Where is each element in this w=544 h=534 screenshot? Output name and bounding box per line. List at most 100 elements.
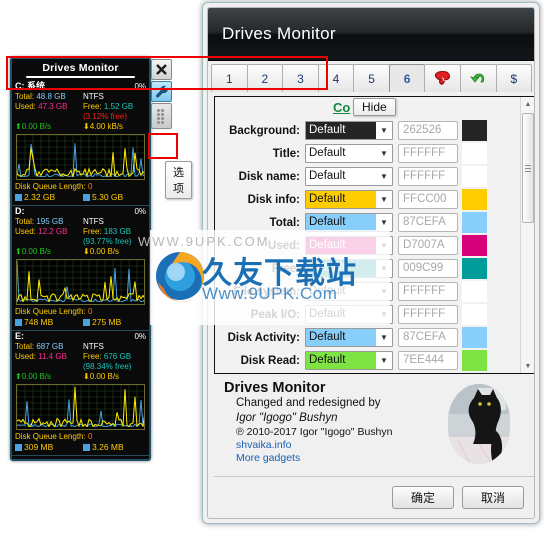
color-preset-select[interactable]: Default ▼	[305, 144, 393, 163]
color-preset-select[interactable]: Default ▼	[305, 121, 393, 140]
color-swatch[interactable]	[462, 304, 487, 325]
free-percent: (3.12% free)	[83, 112, 128, 121]
wrench-icon	[155, 85, 168, 97]
options-tooltip: 选项	[165, 161, 192, 199]
color-preset-select[interactable]: Default ▼	[305, 305, 393, 324]
drag-handle-icon	[157, 109, 166, 124]
hide-tooltip[interactable]: Hide	[353, 98, 396, 116]
color-hex-input[interactable]: D7007A	[398, 236, 458, 255]
disk-activity-graph	[16, 384, 145, 430]
color-hex-input[interactable]: 009C99	[398, 259, 458, 278]
color-swatch[interactable]	[462, 212, 487, 233]
color-hex-input[interactable]: FFCC00	[398, 190, 458, 209]
chevron-down-icon[interactable]: ▼	[376, 306, 392, 323]
chevron-down-icon[interactable]: ▼	[376, 168, 392, 185]
download-speed: ⬇0.00 B/s	[83, 372, 120, 381]
color-hex-input[interactable]: FFFFFF	[398, 144, 458, 163]
chevron-down-icon[interactable]: ▼	[376, 260, 392, 277]
chevron-down-icon[interactable]: ▼	[376, 329, 392, 346]
color-row-label: File system:	[233, 285, 300, 298]
tongue-icon	[434, 70, 451, 87]
color-swatch[interactable]	[462, 258, 487, 279]
drive-total-row: Total: 48.8 GB NTFS	[15, 92, 146, 102]
color-swatch[interactable]	[462, 327, 487, 348]
color-row: Used: Default ▼ D7007A	[215, 234, 534, 257]
color-preset-select[interactable]: Default ▼	[305, 328, 393, 347]
color-hex-input[interactable]: 87CEFA	[398, 328, 458, 347]
color-row-label: Disk Read:	[240, 354, 300, 367]
color-swatch[interactable]	[462, 235, 487, 256]
filesystem-value: NTFS	[83, 342, 104, 351]
color-preset-select[interactable]: Default ▼	[305, 190, 393, 209]
drive-block[interactable]: C: 系统 0% Total: 48.8 GB NTFS Used: 47.3 …	[12, 81, 149, 206]
chevron-down-icon[interactable]: ▼	[376, 145, 392, 162]
chevron-down-icon[interactable]: ▼	[376, 237, 392, 254]
used-value: 47.3 GB	[38, 102, 68, 111]
color-row-label: Peak I/O:	[250, 308, 300, 321]
tab-label: 4	[332, 71, 340, 86]
color-swatch[interactable]	[462, 143, 487, 164]
drive-name: C: 系统	[15, 81, 46, 91]
gadget-copyright-link[interactable]: © 2017 by Igogo	[16, 457, 79, 459]
tab-$[interactable]: $	[495, 64, 533, 92]
arrow-up-icon: ⬆	[15, 122, 22, 131]
scroll-up-arrow[interactable]: ▲	[521, 97, 534, 111]
scroll-down-arrow[interactable]: ▼	[521, 359, 534, 373]
chevron-down-icon[interactable]: ▼	[376, 283, 392, 300]
gadget-version: v14.3	[125, 458, 145, 460]
cancel-button[interactable]: 取消	[462, 486, 524, 509]
color-hex-input[interactable]: FFFFFF	[398, 282, 458, 301]
colors-link[interactable]: Co	[333, 100, 350, 115]
drive-used-row: Used: 12.2 GB Free: 183 GB	[15, 227, 146, 237]
color-hex-input[interactable]: 7EE444	[398, 351, 458, 370]
ok-button[interactable]: 确定	[392, 486, 454, 509]
color-hex-input[interactable]: FFFFFF	[398, 305, 458, 324]
tab-1[interactable]: 1	[211, 64, 248, 92]
color-swatch[interactable]	[462, 350, 487, 371]
chevron-down-icon[interactable]: ▼	[376, 352, 392, 369]
dialog-divider	[214, 476, 534, 477]
color-preset-select[interactable]: Default ▼	[305, 213, 393, 232]
color-preset-value: Default	[306, 122, 376, 139]
close-button[interactable]	[151, 59, 172, 80]
color-swatch[interactable]	[462, 281, 487, 302]
drag-handle[interactable]	[151, 103, 172, 129]
color-preset-value: Default	[306, 352, 376, 369]
tab-tongue-icon[interactable]	[424, 64, 461, 92]
panel-scrollbar[interactable]: ▲ ▼	[520, 97, 534, 373]
tab-6[interactable]: 6	[388, 64, 426, 92]
chevron-down-icon[interactable]: ▼	[376, 191, 392, 208]
color-swatch[interactable]	[462, 166, 487, 187]
color-hex-input[interactable]: FFFFFF	[398, 167, 458, 186]
dialog-titlebar: Drives Monitor	[208, 8, 534, 61]
tab-2[interactable]: 2	[246, 64, 284, 92]
tab-4[interactable]: 4	[317, 64, 355, 92]
drive-total-row: Total: 687 GB NTFS	[15, 342, 146, 352]
drive-io-row: ⬆0.00 B/s ⬇4.00 kB/s	[15, 122, 146, 132]
used-label: Used:	[15, 102, 36, 111]
color-preset-select[interactable]: Default ▼	[305, 282, 393, 301]
color-row-label: Used:	[268, 239, 300, 252]
drive-block[interactable]: E: 0% Total: 687 GB NTFS Used: 11.4 GB F…	[12, 331, 149, 456]
tab-5[interactable]: 5	[353, 64, 390, 92]
color-preset-select[interactable]: Default ▼	[305, 236, 393, 255]
color-row: Background: Default ▼ 262526	[215, 119, 534, 142]
drive-bar-row: (93.77% free)	[15, 237, 146, 247]
color-swatch[interactable]	[462, 120, 487, 141]
color-preset-select[interactable]: Default ▼	[305, 259, 393, 278]
color-preset-select[interactable]: Default ▼	[305, 167, 393, 186]
free-percent: (93.77% free)	[83, 237, 132, 246]
options-button[interactable]	[151, 81, 172, 102]
color-swatch[interactable]	[462, 189, 487, 210]
drive-block[interactable]: D: 0% Total: 195 GB NTFS Used: 12.2 GB F…	[12, 206, 149, 331]
tab-undo-arrow-icon[interactable]	[459, 64, 497, 92]
color-preset-select[interactable]: Default ▼	[305, 351, 393, 370]
chevron-down-icon[interactable]: ▼	[376, 122, 392, 139]
write-icon	[83, 194, 90, 201]
color-hex-input[interactable]: 87CEFA	[398, 213, 458, 232]
chevron-down-icon[interactable]: ▼	[376, 214, 392, 231]
color-preset-value: Default	[306, 306, 376, 323]
scrollbar-thumb[interactable]	[522, 113, 534, 223]
tab-3[interactable]: 3	[282, 64, 319, 92]
color-hex-input[interactable]: 262526	[398, 121, 458, 140]
